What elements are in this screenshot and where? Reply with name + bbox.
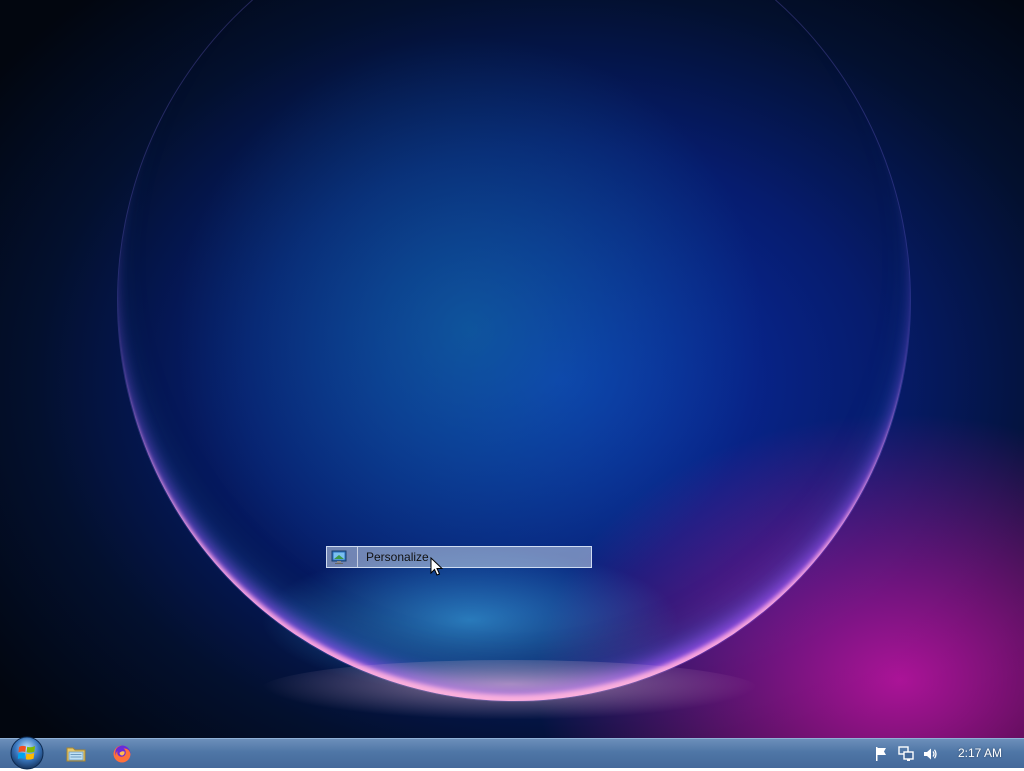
personalize-icon <box>331 550 347 564</box>
wallpaper-orb <box>117 0 911 702</box>
volume-icon[interactable] <box>922 746 938 762</box>
taskbar: 2:17 AM <box>0 735 1024 771</box>
desktop-wallpaper[interactable]: Personalize <box>0 0 1024 738</box>
network-icon[interactable] <box>898 746 914 762</box>
menu-item-label: Personalize <box>357 547 429 567</box>
windows-start-orb-icon[interactable] <box>9 735 45 771</box>
firefox-icon <box>113 745 131 763</box>
taskbar-app-firefox[interactable] <box>110 742 134 766</box>
context-menu: Personalize <box>326 546 592 568</box>
action-center-flag-icon[interactable] <box>873 746 889 762</box>
wallpaper-glow <box>260 660 760 720</box>
taskbar-app-file-explorer[interactable] <box>64 742 88 766</box>
menu-item-personalize[interactable]: Personalize <box>327 547 591 567</box>
folder-icon <box>66 747 86 762</box>
taskbar-clock[interactable]: 2:17 AM <box>958 746 1002 760</box>
